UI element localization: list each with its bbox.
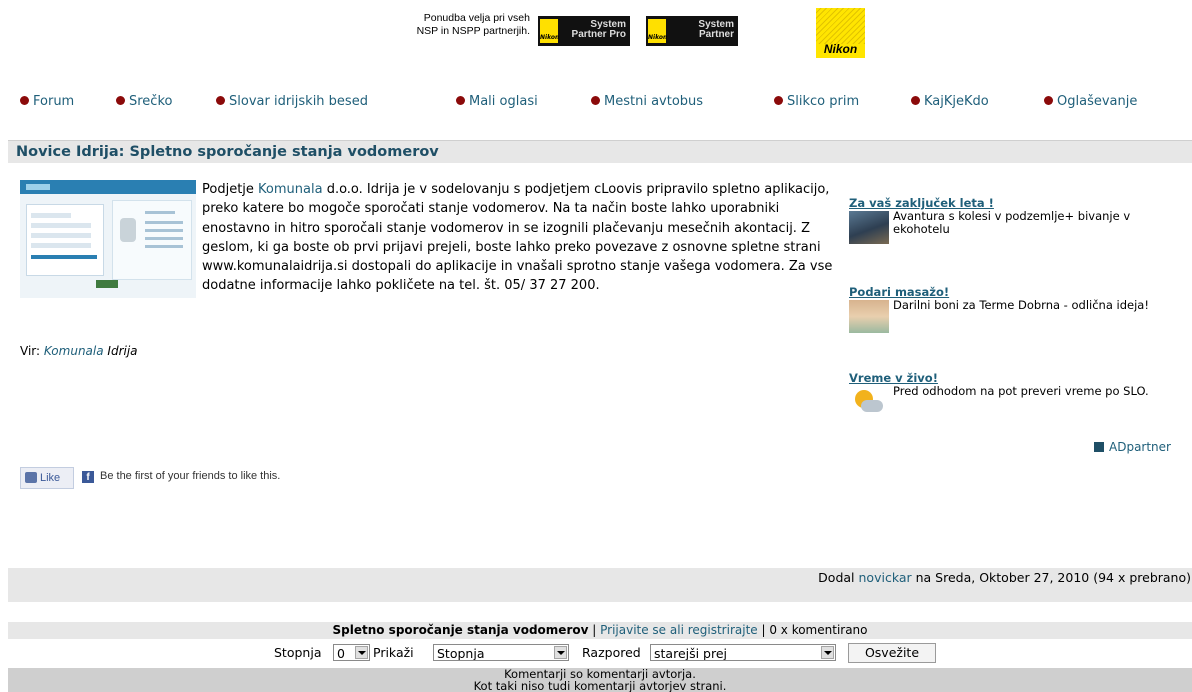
chevron-down-icon[interactable] xyxy=(355,646,368,659)
refresh-button[interactable]: Osvežite xyxy=(848,643,936,663)
like-social-text: Be the first of your friends to like thi… xyxy=(100,470,281,482)
bullet-icon xyxy=(591,96,600,105)
ad-title-link[interactable]: Podari masažo! xyxy=(849,285,1179,299)
bullet-icon xyxy=(216,96,225,105)
login-register-link[interactable]: Prijavite se ali registrirajte xyxy=(600,623,758,637)
nav-item-forum[interactable]: Forum xyxy=(20,94,74,109)
source-link[interactable]: Komunala xyxy=(44,344,104,358)
bullet-icon xyxy=(1044,96,1053,105)
promo-line-2: NSP in NSPP partnerjih. xyxy=(416,25,530,37)
nav-item-slovar[interactable]: Slovar idrijskih besed xyxy=(216,94,368,109)
nav-item-mali-oglasi[interactable]: Mali oglasi xyxy=(456,94,538,109)
article-title: Novice Idrija: Spletno sporočanje stanja… xyxy=(16,144,439,160)
bullet-icon xyxy=(20,96,29,105)
weather-icon[interactable] xyxy=(849,386,889,419)
nikon-logo[interactable]: Nikon xyxy=(816,8,865,58)
system-partner-pro-badge[interactable]: Nikon System Partner Pro xyxy=(538,16,630,46)
article-meta-bar: Dodal novickar na Sreda, Oktober 27, 201… xyxy=(8,568,1192,602)
badge-line: Partner Pro xyxy=(571,29,626,40)
like-button[interactable]: Like xyxy=(20,467,74,489)
stopnja-select[interactable]: 0 xyxy=(333,644,370,661)
comment-controls: Stopnja 0 Prikaži Stopnja Razpored stare… xyxy=(0,642,1192,664)
thumbs-up-icon xyxy=(25,472,37,483)
facebook-icon: f xyxy=(82,471,94,483)
ad-item[interactable]: Za vaš zaključek leta ! Avantura s koles… xyxy=(849,196,1179,244)
nav-item-srecko[interactable]: Srečko xyxy=(116,94,172,109)
promo-text: Ponudba velja pri vseh NSP in NSPP partn… xyxy=(400,12,530,38)
prikazi-label: Prikaži xyxy=(373,645,414,660)
ad-description: Darilni boni za Terme Dobrna - odlična i… xyxy=(893,298,1149,312)
ad-description: Pred odhodom na pot preveri vreme po SLO… xyxy=(893,384,1149,398)
article-source: Vir: Komunala Idrija xyxy=(20,344,138,358)
ad-image[interactable] xyxy=(849,211,889,244)
ad-image[interactable] xyxy=(849,300,889,333)
chevron-down-icon[interactable] xyxy=(821,646,834,659)
article-thumbnail xyxy=(20,180,196,298)
nav-item-kajkjekdo[interactable]: KajKjeKdo xyxy=(911,94,989,109)
razpored-select[interactable]: starejši prej xyxy=(650,644,836,661)
author-link[interactable]: novickar xyxy=(859,570,912,585)
top-banner[interactable]: Ponudba velja pri vseh NSP in NSPP partn… xyxy=(0,0,1192,66)
ad-description: Avantura s kolesi v podzemlje+ bivanje v… xyxy=(893,209,1131,236)
nikon-mark-icon: Nikon xyxy=(540,19,559,43)
nav-item-mestni-avtobus[interactable]: Mestni avtobus xyxy=(591,94,703,109)
adpartner-icon xyxy=(1094,442,1104,452)
article-body: Podjetje Komunala d.o.o. Idrija je v sod… xyxy=(202,182,833,294)
nikon-mark-icon: Nikon xyxy=(648,19,667,43)
bullet-icon xyxy=(774,96,783,105)
stopnja-label: Stopnja xyxy=(274,645,322,660)
chevron-down-icon[interactable] xyxy=(554,646,567,659)
ad-title-link[interactable]: Za vaš zaključek leta ! xyxy=(849,196,1179,210)
promo-line-1: Ponudba velja pri vseh xyxy=(423,12,530,24)
comments-header: Spletno sporočanje stanja vodomerov | Pr… xyxy=(8,622,1192,639)
nav-item-oglasevanje[interactable]: Oglaševanje xyxy=(1044,94,1137,109)
comments-disclaimer: Komentarji so komentarji avtorja. Kot ta… xyxy=(8,668,1192,692)
nav-item-slikco-prim[interactable]: Slikco prim xyxy=(774,94,859,109)
komunala-link[interactable]: Komunala xyxy=(258,182,323,197)
comment-count: | 0 x komentirano xyxy=(757,623,868,637)
adpartner-link[interactable]: ADpartner xyxy=(1094,440,1171,454)
article-title-bar: Novice Idrija: Spletno sporočanje stanja… xyxy=(8,140,1192,163)
ad-item[interactable]: Podari masažo! Darilni boni za Terme Dob… xyxy=(849,285,1179,333)
ad-title-link[interactable]: Vreme v živo! xyxy=(849,371,1179,385)
razpored-label: Razpored xyxy=(582,645,641,660)
main-nav: Forum Srečko Slovar idrijskih besed Mali… xyxy=(0,94,1192,112)
bullet-icon xyxy=(456,96,465,105)
bullet-icon xyxy=(116,96,125,105)
system-partner-badge[interactable]: Nikon System Partner xyxy=(646,16,738,46)
comments-title: Spletno sporočanje stanja vodomerov xyxy=(332,623,589,637)
bullet-icon xyxy=(911,96,920,105)
article-meta: Dodal novickar na Sreda, Oktober 27, 201… xyxy=(818,570,1191,585)
badge-line: Partner xyxy=(698,29,734,40)
prikazi-select[interactable]: Stopnja xyxy=(433,644,569,661)
ad-item[interactable]: Vreme v živo! Pred odhodom na pot prever… xyxy=(849,371,1179,419)
